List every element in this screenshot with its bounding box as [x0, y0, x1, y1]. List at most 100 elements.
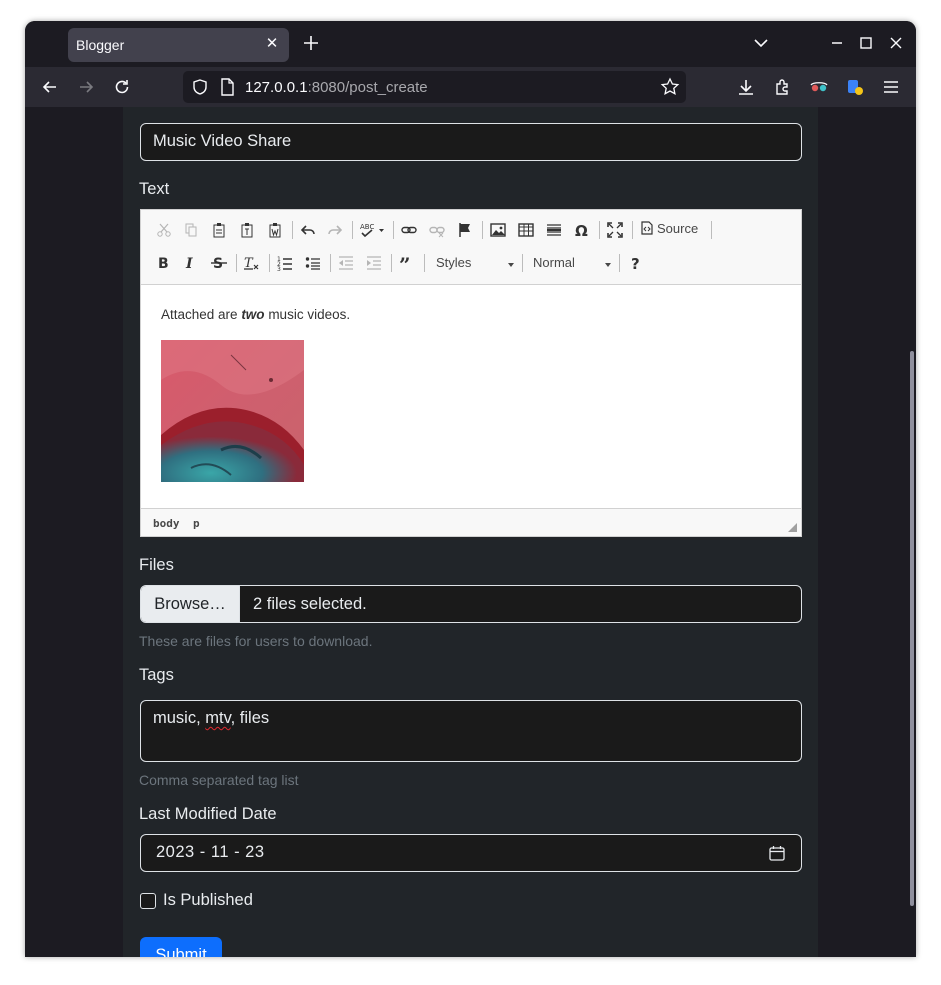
- tags-text-start: music,: [153, 709, 206, 727]
- paste-from-word-icon[interactable]: [264, 219, 286, 241]
- paste-text-icon[interactable]: [236, 219, 258, 241]
- tab-title: Blogger: [76, 37, 125, 53]
- bold-icon[interactable]: B: [153, 252, 175, 274]
- navigation-toolbar: 127.0.0.1:8080/post_create: [25, 67, 916, 107]
- content-bold-italic: two: [241, 307, 265, 322]
- url-text: 127.0.0.1:8080/post_create: [245, 79, 428, 96]
- url-path: :8080/post_create: [307, 79, 428, 96]
- reload-icon[interactable]: [112, 77, 132, 97]
- calendar-icon[interactable]: [769, 845, 785, 866]
- svg-text:I: I: [185, 256, 193, 271]
- format-dropdown[interactable]: Normal: [533, 255, 611, 277]
- bulleted-list-icon[interactable]: [302, 252, 324, 274]
- styles-caret-icon: [508, 263, 514, 267]
- toolbar-separator: [632, 221, 633, 239]
- maximize-icon[interactable]: [857, 34, 875, 52]
- svg-text:ABC: ABC: [360, 223, 374, 231]
- toolbar-separator: [292, 221, 293, 239]
- url-host: 127.0.0.1: [245, 79, 308, 96]
- toolbar-separator: [711, 221, 712, 239]
- svg-text:B: B: [158, 256, 169, 271]
- toolbar-separator: [599, 221, 600, 239]
- paste-icon[interactable]: [208, 219, 230, 241]
- outdent-icon[interactable]: [335, 252, 357, 274]
- date-input[interactable]: 2023 - 11 - 23: [140, 834, 802, 872]
- close-tab-icon[interactable]: ✕: [263, 34, 281, 52]
- format-label: Normal: [533, 255, 575, 270]
- horizontal-line-icon[interactable]: [543, 219, 565, 241]
- toolbar-separator: [236, 254, 237, 272]
- source-label: Source: [657, 221, 699, 236]
- file-input[interactable]: Browse… 2 files selected.: [140, 585, 802, 623]
- close-window-icon[interactable]: [887, 34, 905, 52]
- tags-textarea[interactable]: music, mtv, files: [140, 700, 802, 762]
- submit-button[interactable]: Submit: [140, 937, 222, 957]
- editor-content[interactable]: Attached are two music videos.: [141, 286, 801, 508]
- toolbar-separator: [391, 254, 392, 272]
- table-icon[interactable]: [515, 219, 537, 241]
- title-input[interactable]: Music Video Share: [140, 123, 802, 161]
- bookmark-star-icon[interactable]: [660, 77, 680, 101]
- url-bar[interactable]: 127.0.0.1:8080/post_create: [183, 71, 686, 103]
- shield-icon[interactable]: [191, 78, 209, 100]
- strikethrough-icon[interactable]: S: [208, 252, 230, 274]
- styles-dropdown[interactable]: Styles: [436, 255, 514, 277]
- path-element-body[interactable]: body: [153, 517, 180, 530]
- tags-misspelled-word: mtv: [205, 709, 231, 727]
- blockquote-icon[interactable]: ”: [396, 252, 418, 274]
- maximize-editor-icon[interactable]: [604, 219, 626, 241]
- page-scrollbar[interactable]: [910, 351, 914, 906]
- files-hint: These are files for users to download.: [139, 633, 373, 649]
- new-tab-icon[interactable]: [301, 33, 321, 53]
- editor-paragraph: Attached are two music videos.: [161, 307, 350, 322]
- svg-text:3: 3: [277, 266, 281, 271]
- path-element-p[interactable]: p: [193, 517, 200, 530]
- forward-arrow-icon[interactable]: [76, 77, 96, 97]
- embedded-image[interactable]: [161, 340, 304, 482]
- source-button[interactable]: Source: [641, 221, 698, 243]
- editor-toolbar: ABC Ω Source B I S T 1 2 3 ” Styles Norm…: [141, 210, 801, 285]
- back-arrow-icon[interactable]: [40, 77, 60, 97]
- published-checkbox[interactable]: [140, 893, 156, 909]
- redo-icon[interactable]: [324, 219, 346, 241]
- extensions-icon[interactable]: [773, 77, 793, 97]
- anchor-flag-icon[interactable]: [454, 219, 476, 241]
- tab-list-chevron-icon[interactable]: [752, 34, 770, 52]
- toolbar-separator: [619, 254, 620, 272]
- toolbar-separator: [330, 254, 331, 272]
- toolbar-separator: [393, 221, 394, 239]
- rich-text-editor[interactable]: ABC Ω Source B I S T 1 2 3 ” Styles Norm…: [140, 209, 802, 537]
- page-info-icon[interactable]: [219, 78, 235, 100]
- cut-icon[interactable]: [153, 219, 175, 241]
- undo-icon[interactable]: [297, 219, 319, 241]
- unlink-icon[interactable]: [426, 219, 448, 241]
- toolbar-separator: [424, 254, 425, 272]
- text-label: Text: [139, 180, 170, 198]
- downloads-icon[interactable]: [736, 77, 756, 97]
- indent-icon[interactable]: [363, 252, 385, 274]
- browse-button[interactable]: Browse…: [141, 586, 240, 622]
- tab-blogger[interactable]: Blogger ✕: [68, 28, 289, 62]
- file-selection-status: 2 files selected.: [253, 595, 367, 613]
- date-value: 2023 - 11 - 23: [156, 843, 265, 861]
- addon-icon[interactable]: [845, 77, 865, 97]
- spellcheck-icon[interactable]: ABC: [358, 219, 388, 241]
- help-question-icon[interactable]: ?: [625, 252, 647, 274]
- copy-icon[interactable]: [180, 219, 202, 241]
- tags-hint: Comma separated tag list: [139, 772, 299, 788]
- special-char-omega-icon[interactable]: Ω: [571, 219, 593, 241]
- private-mask-icon[interactable]: [809, 77, 829, 97]
- svg-text:Ω: Ω: [575, 222, 588, 238]
- link-icon[interactable]: [398, 219, 420, 241]
- resize-handle[interactable]: [788, 523, 797, 532]
- toolbar-separator: [352, 221, 353, 239]
- tags-label: Tags: [139, 666, 174, 684]
- page-viewport: Music Video Share Text ABC Ω Source B I …: [25, 107, 916, 957]
- remove-format-icon[interactable]: T: [241, 252, 263, 274]
- menu-hamburger-icon[interactable]: [881, 77, 901, 97]
- minimize-icon[interactable]: [828, 34, 846, 52]
- image-icon[interactable]: [487, 219, 509, 241]
- content-text-start: Attached are: [161, 307, 242, 322]
- numbered-list-icon[interactable]: 123: [274, 252, 296, 274]
- italic-icon[interactable]: I: [180, 252, 202, 274]
